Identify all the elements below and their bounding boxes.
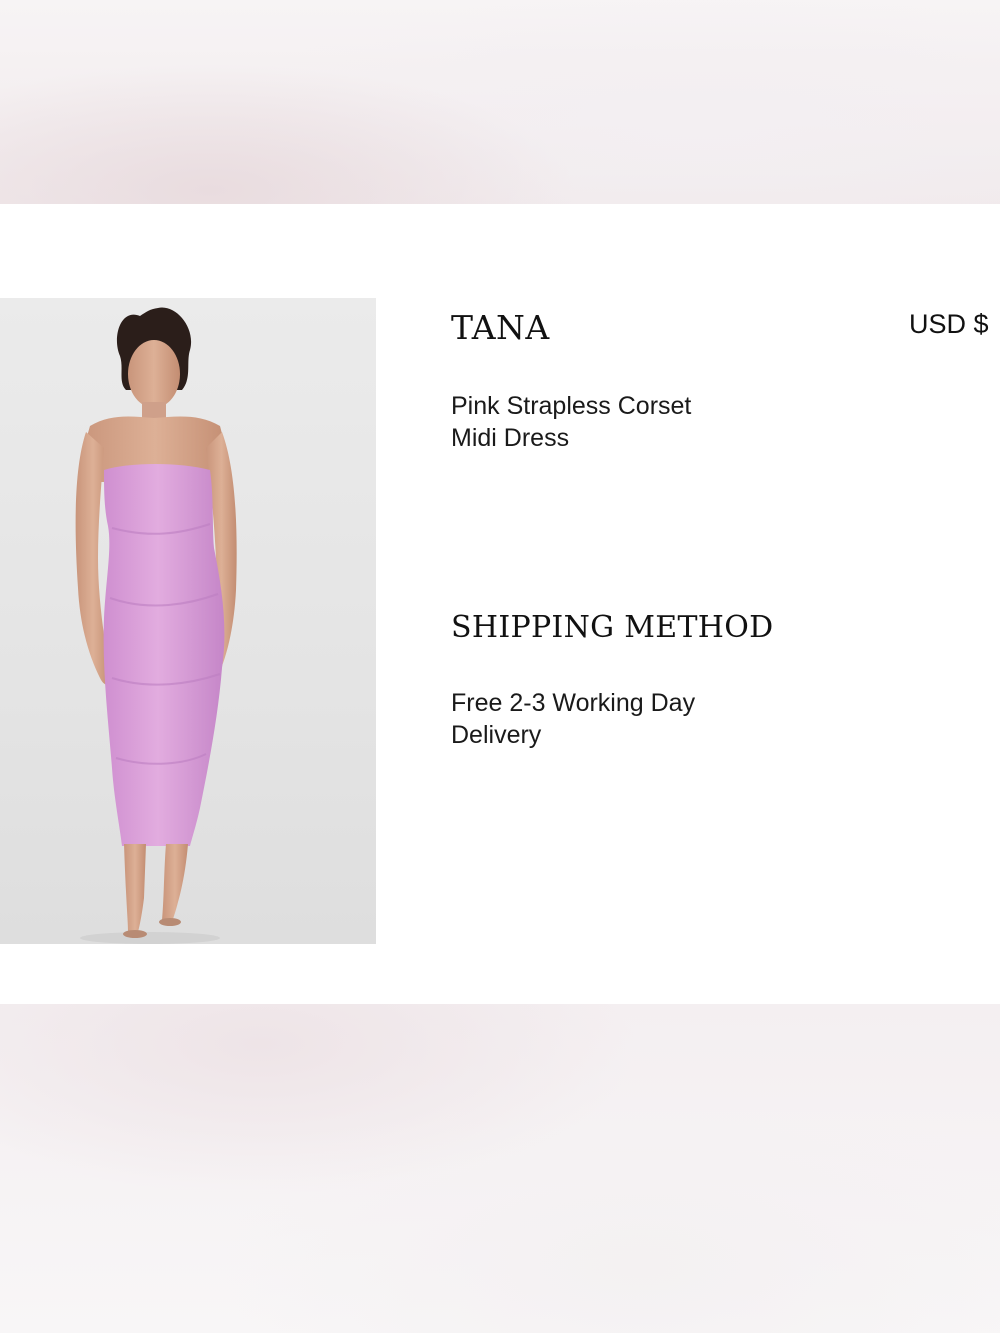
shipping-method-description: Free 2-3 Working Day Delivery: [451, 687, 791, 751]
product-price: USD $: [909, 309, 989, 339]
page: TANA USD $ Pink Strapless Corset Midi Dr…: [0, 0, 1000, 1333]
product-card: TANA USD $ Pink Strapless Corset Midi Dr…: [0, 204, 1000, 1004]
blurred-background-bottom: [0, 1004, 1000, 1333]
shipping-method-title: SHIPPING METHOD: [451, 610, 774, 645]
product-name-line-1: Pink Strapless Corset: [451, 392, 692, 420]
shipping-line-1: Free 2-3 Working Day: [451, 689, 696, 717]
product-brand[interactable]: TANA: [451, 308, 550, 347]
blurred-background-top: [0, 0, 1000, 204]
product-name-line-2: Midi Dress: [451, 424, 570, 452]
product-name[interactable]: Pink Strapless Corset Midi Dress: [451, 390, 771, 454]
shipping-line-2: Delivery: [451, 721, 542, 749]
product-image[interactable]: [0, 298, 376, 944]
model-photo-icon: [75, 307, 237, 944]
